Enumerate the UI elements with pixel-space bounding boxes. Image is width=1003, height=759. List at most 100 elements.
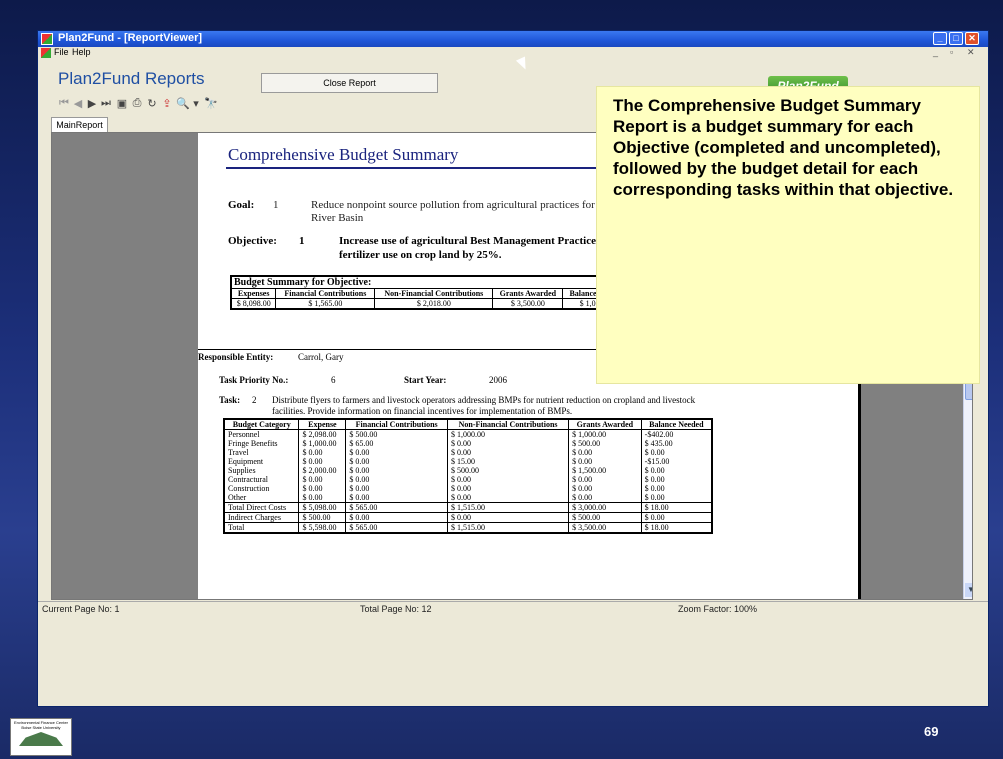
table-cell: $ 500.00 (298, 512, 347, 523)
table-cell: $ 500.00 (447, 466, 570, 475)
table-cell: $ 0.00 (640, 466, 713, 475)
mdi-minimize-icon[interactable]: _ (933, 47, 938, 57)
priority-value: 6 (331, 375, 336, 385)
table-cell: $ 500.00 (568, 512, 642, 523)
table-cell: $ 3,000.00 (568, 502, 642, 513)
last-page-icon[interactable]: ⏭ (100, 97, 112, 110)
detail-header: Balance Needed (640, 419, 713, 430)
callout-box: The Comprehensive Budget Summary Report … (596, 86, 980, 384)
table-cell: $ 1,515.00 (447, 522, 570, 533)
table-cell: $ 5,598.00 (298, 522, 347, 533)
tab-main-report[interactable]: MainReport (51, 117, 108, 133)
table-cell: $ 0.00 (447, 484, 570, 493)
summary-header: Grants Awarded (492, 288, 564, 299)
total-page-status: Total Page No: 12 (360, 604, 432, 614)
table-cell: $ 15.00 (447, 457, 570, 466)
page-setup-icon[interactable]: ▣ (116, 97, 128, 110)
detail-header: Expense (298, 419, 347, 430)
table-cell: -$15.00 (640, 457, 713, 466)
priority-label: Task Priority No.: (219, 375, 289, 385)
report-title: Comprehensive Budget Summary (228, 145, 459, 164)
refresh-icon[interactable]: ↻ (146, 97, 158, 110)
table-cell: $ 0.00 (568, 493, 642, 503)
status-bar: Current Page No: 1 Total Page No: 12 Zoo… (38, 601, 988, 616)
table-cell: $ 0.00 (447, 512, 570, 523)
summary-value: $ 3,500.00 (492, 298, 564, 310)
table-cell: $ 0.00 (640, 493, 713, 503)
objective-number: 1 (299, 235, 305, 247)
table-row: Travel $ 0.00 $ 0.00 $ 0.00 $ 0.00 $ 0.00 (223, 448, 713, 457)
table-cell: $ 0.00 (568, 475, 642, 484)
task-label: Task: (219, 395, 241, 405)
detail-header: Non-Financial Contributions (447, 419, 570, 430)
menu-bar: File Help _ ▫ ✕ (38, 47, 988, 59)
menu-file[interactable]: File (54, 47, 69, 57)
table-cell: $ 0.00 (640, 448, 713, 457)
scroll-down-icon[interactable]: ▼ (965, 583, 972, 597)
table-cell: $ 18.00 (640, 522, 713, 533)
table-cell: $ 1,000.00 (447, 429, 570, 439)
table-cell: $ 435.00 (640, 439, 713, 448)
find-icon[interactable]: 🔭 (204, 97, 218, 110)
detail-header: Financial Contributions (345, 419, 449, 430)
table-cell: $ 0.00 (345, 457, 449, 466)
responsible-label: Responsible Entity: (198, 352, 274, 362)
minimize-button[interactable]: _ (933, 32, 947, 45)
app-icon (41, 33, 53, 45)
table-row: Fringe Benefits $ 1,000.00 $ 65.00 $ 0.00 $ … (223, 439, 713, 448)
table-cell: $ 0.00 (345, 512, 449, 523)
table-cell: $ 0.00 (568, 484, 642, 493)
table-cell: $ 0.00 (345, 493, 449, 503)
table-cell: Supplies (223, 466, 300, 475)
mdi-close-icon[interactable]: ✕ (967, 47, 975, 58)
print-icon[interactable]: ⎙ (131, 97, 143, 110)
table-row: Construction $ 0.00 $ 0.00 $ 0.00 $ 0.00 $ 0.… (223, 484, 713, 493)
table-cell: $ 1,515.00 (447, 502, 570, 513)
detail-header: Budget Category (223, 419, 300, 430)
close-report-button[interactable]: Close Report (261, 73, 438, 93)
table-cell: $ 0.00 (447, 475, 570, 484)
table-cell: $ 2,000.00 (298, 466, 347, 475)
table-cell: $ 500.00 (345, 429, 449, 439)
table-row: Personnel $ 2,098.00 $ 500.00 $ 1,000.00 $ 1… (223, 429, 713, 439)
table-cell: Total (223, 522, 300, 533)
responsible-value: Carrol, Gary (298, 352, 344, 362)
zoom-dropdown-icon[interactable]: ▾ (190, 97, 202, 110)
goal-label: Goal: (228, 199, 255, 211)
table-cell: $ 3,500.00 (568, 522, 642, 533)
prev-page-icon[interactable]: ◀ (72, 97, 84, 110)
table-cell: Other (223, 493, 300, 503)
mdi-restore-icon[interactable]: ▫ (950, 47, 953, 57)
table-cell: $ 0.00 (640, 512, 713, 523)
menu-help[interactable]: Help (72, 47, 91, 57)
table-cell: $ 0.00 (568, 448, 642, 457)
table-cell: $ 0.00 (298, 448, 347, 457)
goal-text: Reduce nonpoint source pollution from ag… (311, 199, 610, 211)
export-icon[interactable]: ⇪ (161, 97, 173, 110)
budget-summary-title: Budget Summary for Objective: (230, 275, 632, 289)
building-icon (19, 732, 63, 746)
budget-summary-box: Budget Summary for Objective: Expenses F… (230, 275, 632, 310)
maximize-button[interactable]: □ (949, 32, 963, 45)
table-cell: $ 18.00 (640, 502, 713, 513)
zoom-icon[interactable]: 🔍 (176, 97, 190, 110)
title-bar: Plan2Fund - [ReportViewer] _ □ ✕ (38, 31, 988, 47)
table-cell: $ 0.00 (345, 448, 449, 457)
summary-header: Expenses (230, 288, 277, 299)
first-page-icon[interactable]: ⏮ (58, 97, 70, 110)
table-cell: $ 500.00 (568, 439, 642, 448)
goal-number: 1 (273, 199, 279, 211)
table-cell: $ 0.00 (447, 448, 570, 457)
next-page-icon[interactable]: ▶ (86, 97, 98, 110)
total-row: Total $ 5,598.00 $ 565.00 $ 1,515.00 $ 3,500… (223, 522, 713, 533)
objective-text: Increase use of agricultural Best Manage… (339, 235, 613, 247)
close-window-button[interactable]: ✕ (965, 32, 979, 45)
detail-body: Personnel $ 2,098.00 $ 500.00 $ 1,000.00 $ 1… (223, 429, 713, 533)
table-cell: Fringe Benefits (223, 439, 300, 448)
table-cell: $ 1,500.00 (568, 466, 642, 475)
table-row: Supplies $ 2,000.00 $ 0.00 $ 500.00 $ 1,500.… (223, 466, 713, 475)
table-row: Contractural $ 0.00 $ 0.00 $ 0.00 $ 0.00 $ 0.… (223, 475, 713, 484)
table-cell: $ 0.00 (298, 484, 347, 493)
app-title: Plan2Fund Reports (58, 69, 205, 88)
total-row: Total Direct Costs $ 5,098.00 $ 565.00 $ 1,… (223, 502, 713, 513)
